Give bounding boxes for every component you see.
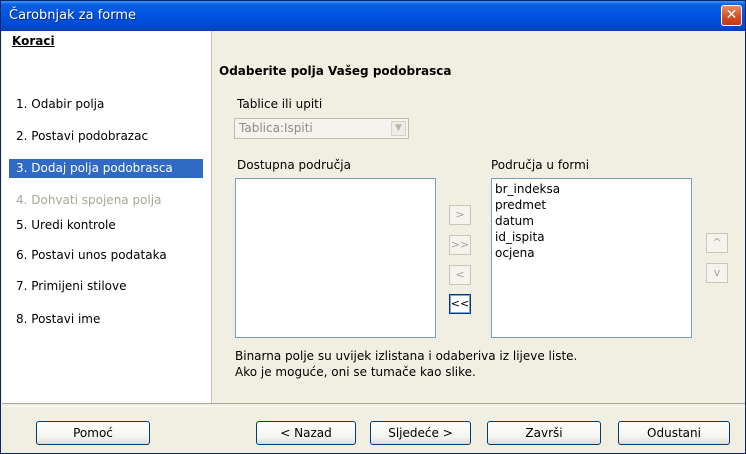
step-set-data-entry[interactable]: 6. Postavi unos podataka — [9, 246, 203, 265]
available-fields-label: Dostupna područja — [237, 158, 351, 172]
tables-label: Tablice ili upiti — [237, 97, 323, 111]
page-heading: Odaberite polja Vašeg podobrasca — [219, 64, 452, 78]
info-line-2: Ako je moguće, oni se tumače kao slike. — [235, 365, 476, 379]
list-item[interactable]: ocjena — [492, 245, 691, 261]
move-down-button[interactable]: v — [706, 263, 728, 283]
available-fields-list[interactable] — [235, 178, 436, 338]
add-all-button[interactable]: >> — [449, 235, 471, 255]
list-item[interactable]: datum — [492, 213, 691, 229]
move-up-button[interactable]: ^ — [706, 233, 728, 253]
tables-combo: Tablica:Ispiti ▼ — [234, 118, 409, 139]
add-one-button[interactable]: > — [449, 205, 471, 225]
help-button[interactable]: Pomoć — [36, 421, 150, 445]
list-item[interactable]: br_indeksa — [492, 181, 691, 197]
step-apply-styles[interactable]: 7. Primijeni stilove — [9, 277, 203, 296]
close-button[interactable]: ✕ — [721, 5, 742, 26]
remove-all-button[interactable]: << — [449, 294, 471, 314]
form-wizard-window: Čarobnjak za forme ✕ Koraci 1. Odabir po… — [0, 0, 746, 454]
close-icon: ✕ — [725, 7, 738, 23]
remove-one-button[interactable]: < — [449, 265, 471, 285]
step-add-subform-fields[interactable]: 3. Dodaj polja podobrasca — [9, 159, 203, 178]
steps-title: Koraci — [12, 34, 55, 48]
next-button[interactable]: Sljedeće > — [370, 421, 471, 445]
footer-divider — [2, 403, 745, 407]
step-select-fields[interactable]: 1. Odabir polja — [9, 95, 203, 114]
binary-fields-info: Binarna polje su uvijek izlistana i odab… — [235, 348, 577, 380]
step-get-joined-fields: 4. Dohvati spojena polja — [16, 193, 162, 207]
list-item[interactable]: predmet — [492, 197, 691, 213]
finish-button[interactable]: Završi — [487, 421, 601, 445]
cancel-button[interactable]: Odustani — [618, 421, 730, 445]
step-set-subform[interactable]: 2. Postavi podobrazac — [9, 127, 203, 146]
tables-combo-value: Tablica:Ispiti — [239, 121, 313, 135]
title-bar[interactable]: Čarobnjak za forme ✕ — [1, 1, 745, 31]
back-button[interactable]: < Nazad — [256, 421, 356, 445]
list-item[interactable]: id_ispita — [492, 229, 691, 245]
info-line-1: Binarna polje su uvijek izlistana i odab… — [235, 349, 578, 363]
step-arrange-controls[interactable]: 5. Uredi kontrole — [9, 216, 203, 235]
form-fields-label: Područja u formi — [491, 158, 590, 172]
form-fields-list[interactable]: br_indeksa predmet datum id_ispita ocjen… — [491, 178, 692, 338]
window-title: Čarobnjak za forme — [9, 8, 137, 23]
step-set-name[interactable]: 8. Postavi ime — [9, 310, 203, 329]
chevron-down-icon: ▼ — [391, 121, 406, 136]
